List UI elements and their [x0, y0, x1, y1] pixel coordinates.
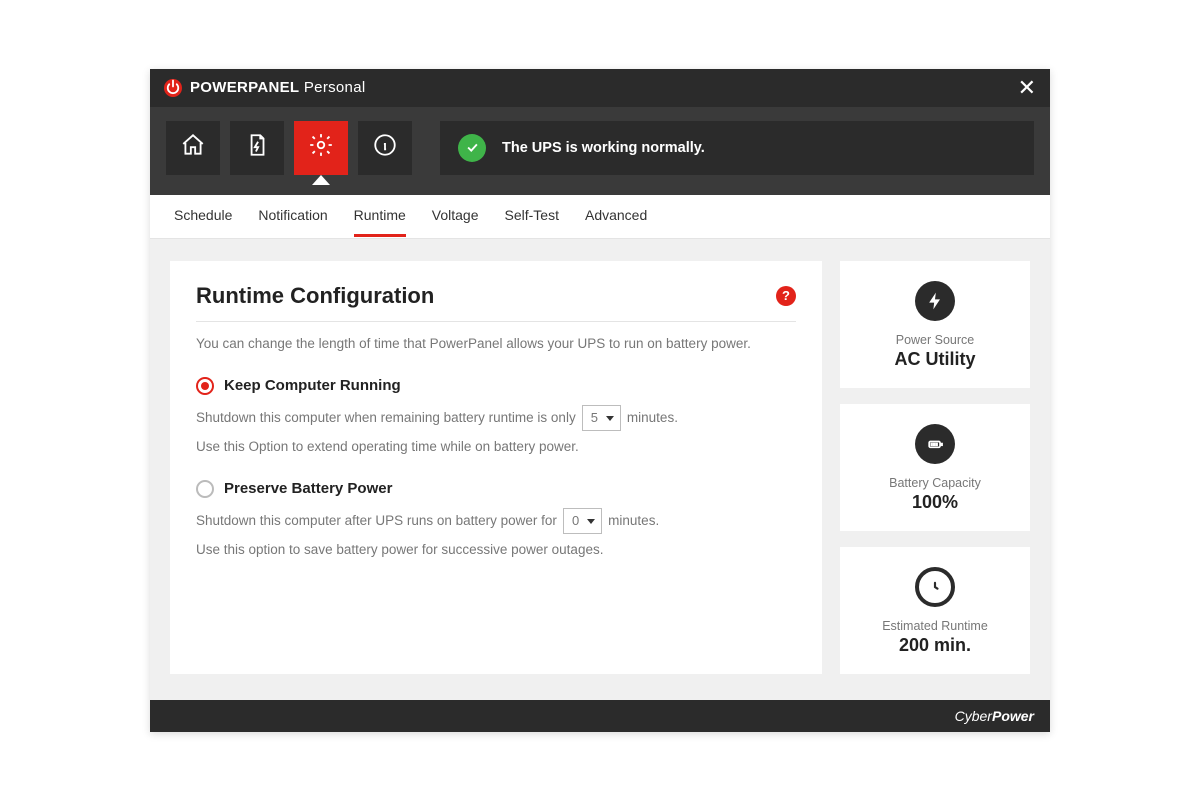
main-toolbar: The UPS is working normally. [150, 107, 1050, 195]
status-ok-icon [458, 134, 486, 162]
nav-report-button[interactable] [230, 121, 284, 175]
power-source-label: Power Source [896, 333, 975, 347]
runtime-value: 200 min. [899, 635, 971, 656]
brand-logo-icon [164, 79, 182, 97]
bolt-icon [915, 281, 955, 321]
battery-label: Battery Capacity [889, 476, 981, 490]
brand: POWERPANEL Personal [164, 79, 365, 97]
clock-icon [915, 567, 955, 607]
nav-settings-button[interactable] [294, 121, 348, 175]
opt2-text-a: Shutdown this computer after UPS runs on… [196, 513, 557, 528]
option-keep-running: Keep Computer Running Shutdown this comp… [196, 377, 796, 454]
option-preserve-battery-title: Preserve Battery Power [224, 480, 392, 497]
document-bolt-icon [244, 132, 270, 163]
nav-info-button[interactable] [358, 121, 412, 175]
tab-schedule[interactable]: Schedule [174, 195, 232, 237]
opt2-hint: Use this option to save battery power fo… [196, 542, 796, 557]
opt2-minutes-value: 0 [572, 513, 579, 528]
opt1-text-a: Shutdown this computer when remaining ba… [196, 410, 576, 425]
panel-title: Runtime Configuration [196, 283, 434, 309]
panel-header: Runtime Configuration ? [196, 283, 796, 322]
brand-text: POWERPANEL Personal [190, 79, 365, 96]
content-area: Runtime Configuration ? You can change t… [150, 239, 1050, 700]
status-text: The UPS is working normally. [502, 140, 705, 156]
status-sidebar: Power Source AC Utility Battery Capacity… [840, 261, 1030, 674]
footer-brand-a: Cyber [955, 708, 992, 724]
title-bar: POWERPANEL Personal ✕ [150, 69, 1050, 107]
footer-brand: CyberPower [955, 708, 1034, 724]
home-icon [180, 132, 206, 163]
tab-voltage[interactable]: Voltage [432, 195, 479, 237]
app-window: POWERPANEL Personal ✕ [150, 69, 1050, 732]
panel-description: You can change the length of time that P… [196, 336, 796, 351]
battery-value: 100% [912, 492, 958, 513]
settings-panel: Runtime Configuration ? You can change t… [170, 261, 822, 674]
info-icon [372, 132, 398, 163]
radio-preserve-battery[interactable] [196, 480, 214, 498]
help-icon[interactable]: ? [776, 286, 796, 306]
radio-keep-running[interactable] [196, 377, 214, 395]
tab-advanced[interactable]: Advanced [585, 195, 647, 237]
tab-strip: Schedule Notification Runtime Voltage Se… [150, 195, 1050, 239]
runtime-label: Estimated Runtime [882, 619, 988, 633]
footer-bar: CyberPower [150, 700, 1050, 732]
option-preserve-battery: Preserve Battery Power Shutdown this com… [196, 480, 796, 557]
tab-runtime[interactable]: Runtime [354, 195, 406, 237]
status-banner: The UPS is working normally. [440, 121, 1034, 175]
nav-home-button[interactable] [166, 121, 220, 175]
card-battery-capacity: Battery Capacity 100% [840, 404, 1030, 531]
footer-brand-b: Power [992, 708, 1034, 724]
option-keep-running-title: Keep Computer Running [224, 377, 401, 394]
opt1-text-b: minutes. [627, 410, 678, 425]
opt1-minutes-value: 5 [591, 410, 598, 425]
card-power-source: Power Source AC Utility [840, 261, 1030, 388]
tab-selftest[interactable]: Self-Test [505, 195, 559, 237]
gear-icon [308, 132, 334, 163]
tab-notification[interactable]: Notification [258, 195, 327, 237]
brand-light: Personal [304, 79, 366, 96]
opt1-minutes-select[interactable]: 5 [582, 405, 621, 431]
close-icon[interactable]: ✕ [1018, 77, 1036, 99]
power-source-value: AC Utility [895, 349, 976, 370]
card-estimated-runtime: Estimated Runtime 200 min. [840, 547, 1030, 674]
opt1-hint: Use this Option to extend operating time… [196, 439, 796, 454]
opt2-text-b: minutes. [608, 513, 659, 528]
brand-bold: POWERPANEL [190, 79, 299, 96]
battery-icon [915, 424, 955, 464]
opt2-minutes-select[interactable]: 0 [563, 508, 602, 534]
